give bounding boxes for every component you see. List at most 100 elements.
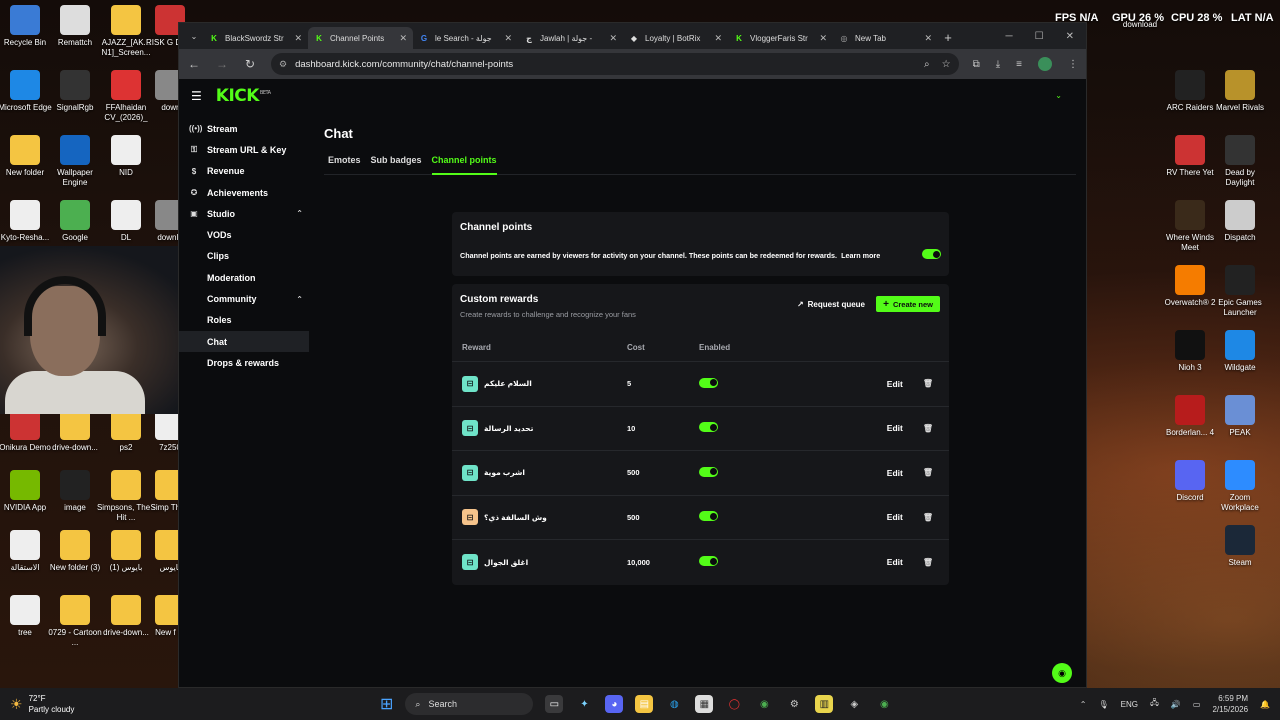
reward-enabled-toggle[interactable] — [699, 511, 718, 522]
learn-more-link[interactable]: Learn more — [841, 251, 880, 260]
reload-icon[interactable]: ↻ — [243, 57, 257, 71]
browser-tab[interactable]: ◎ New Tab ✕ — [833, 27, 938, 49]
sidebar-item-stream[interactable]: ((•)) Stream — [179, 118, 309, 139]
bookmark-star-icon[interactable]: ☆ — [942, 59, 951, 70]
network-icon[interactable]: 🖧 — [1150, 697, 1159, 711]
request-queue-button[interactable]: ↗ Request queue — [797, 300, 865, 309]
back-icon[interactable]: ← — [187, 57, 201, 71]
edit-button[interactable]: Edit — [887, 468, 903, 478]
tab-close-icon[interactable]: ✕ — [924, 33, 932, 44]
battery-icon[interactable]: ▭ — [1193, 700, 1201, 709]
discord-taskbar-icon[interactable]: ◕ — [605, 695, 624, 713]
steam-taskbar-icon[interactable]: ◈ — [845, 695, 863, 713]
copilot-icon[interactable]: ✦ — [575, 695, 593, 713]
sidebar-item-drops-rewards[interactable]: Drops & rewards — [179, 352, 309, 373]
tab-close-icon[interactable]: ✕ — [819, 33, 827, 44]
edit-button[interactable]: Edit — [887, 512, 903, 522]
windows-start-icon[interactable]: ⊞ — [380, 694, 393, 714]
sidebar-item-community[interactable]: Community ⌃ — [179, 288, 309, 309]
maximize-icon[interactable]: ☐ — [1035, 31, 1044, 42]
new-tab-button[interactable]: + — [938, 30, 958, 45]
browser-tab[interactable]: ◆ Loyalty | BotRix ✕ — [623, 27, 728, 49]
clock[interactable]: 6:59 PM 2/15/2026 — [1212, 693, 1248, 715]
taskbar-search[interactable]: ⌕ Search — [405, 693, 534, 715]
edit-button[interactable]: Edit — [887, 379, 903, 389]
trash-icon[interactable]: 🗑 — [923, 468, 933, 477]
browser-tab[interactable]: K BlackSwordz Str ✕ — [203, 27, 308, 49]
edit-button[interactable]: Edit — [887, 423, 903, 433]
tab-sub-badges[interactable]: Sub badges — [371, 155, 428, 174]
desktop-icon[interactable]: Zoom Workplace — [1210, 460, 1270, 513]
hamburger-menu-icon[interactable]: ☰ — [191, 89, 202, 103]
microphone-icon[interactable]: 🎙 — [1098, 700, 1108, 709]
sidebar-item-chat[interactable]: Chat — [179, 330, 309, 353]
weather-widget[interactable]: ☀ 72°F Partly cloudy — [0, 693, 160, 715]
notification-icon[interactable]: ⌄ — [1055, 91, 1062, 100]
desktop-icon[interactable]: Steam — [1210, 525, 1270, 568]
close-icon[interactable]: ✕ — [1066, 31, 1074, 42]
desktop-icon[interactable]: Dispatch — [1210, 200, 1270, 243]
site-info-icon[interactable]: ⚙ — [279, 59, 287, 70]
task-view-icon[interactable]: ▭ — [545, 695, 564, 713]
tab-search-icon[interactable]: ⌄ — [185, 32, 203, 41]
notes-icon[interactable]: ▥ — [815, 695, 834, 713]
tab-close-icon[interactable]: ✕ — [399, 33, 407, 44]
sidebar-item-roles[interactable]: Roles — [179, 310, 309, 331]
trash-icon[interactable]: 🗑 — [923, 379, 933, 388]
chrome-profile-taskbar-icon[interactable]: ◉ — [875, 695, 893, 713]
file-explorer-icon[interactable]: ▤ — [635, 695, 654, 713]
downloads-icon[interactable]: ⤓ — [996, 59, 1000, 70]
desktop-icon[interactable]: Dead by Daylight — [1210, 135, 1270, 188]
settings-icon[interactable]: ⚙ — [785, 695, 803, 713]
language-indicator[interactable]: ENG — [1121, 700, 1138, 709]
browser-tab[interactable]: Gle Search - جولة ✕ — [413, 27, 518, 49]
address-bar[interactable]: ⚙ dashboard.kick.com/community/chat/chan… — [271, 53, 959, 75]
desktop-icon[interactable]: PEAK — [1210, 395, 1270, 438]
store-icon[interactable]: ▦ — [695, 695, 714, 713]
sidebar-item-moderation[interactable]: Moderation — [179, 267, 309, 288]
volume-icon[interactable]: 🔊 — [1171, 700, 1181, 709]
chevron-up-icon[interactable]: ⌃ — [296, 295, 303, 304]
media-control-icon[interactable]: ≡ — [1016, 59, 1022, 70]
browser-tab[interactable]: K Channel Points ✕ — [308, 27, 413, 49]
desktop-icon[interactable]: Epic Games Launcher — [1210, 265, 1270, 318]
browser-tab[interactable]: K VloggerFaris Str ✕ — [728, 27, 833, 49]
tab-channel-points[interactable]: Channel points — [431, 155, 503, 175]
reward-enabled-toggle[interactable] — [699, 556, 718, 567]
sidebar-item-revenue[interactable]: $ Revenue — [179, 161, 309, 182]
notification-bell-icon[interactable]: 🔔 — [1260, 700, 1270, 709]
desktop-icon[interactable]: Wildgate — [1210, 330, 1270, 373]
tab-emotes[interactable]: Emotes — [328, 155, 367, 174]
reward-enabled-toggle[interactable] — [699, 422, 718, 433]
edge-taskbar-icon[interactable]: ◍ — [665, 695, 683, 713]
sidebar-item-studio[interactable]: ▣ Studio ⌃ — [179, 203, 309, 224]
sidebar-item-stream-url-key[interactable]: ⚿ Stream URL & Key — [179, 139, 309, 160]
chevron-up-icon[interactable]: ⌃ — [296, 209, 303, 218]
trash-icon[interactable]: 🗑 — [923, 558, 933, 567]
desktop-icon[interactable]: Marvel Rivals — [1210, 70, 1270, 113]
desktop-icon[interactable]: download — [1110, 20, 1170, 30]
edit-button[interactable]: Edit — [887, 557, 903, 567]
sidebar-item-vods[interactable]: VODs — [179, 224, 309, 245]
reward-enabled-toggle[interactable] — [699, 466, 718, 477]
zoom-icon[interactable]: ⌕ — [924, 59, 930, 70]
sidebar-item-clips[interactable]: Clips — [179, 246, 309, 267]
sidebar-item-achievements[interactable]: ✪ Achievements — [179, 182, 309, 203]
desktop-icon[interactable]: NID — [96, 135, 156, 178]
chevron-up-icon[interactable]: ⌃ — [1080, 700, 1087, 709]
tab-close-icon[interactable]: ✕ — [609, 33, 617, 44]
menu-icon[interactable]: ⋮ — [1068, 59, 1078, 70]
profile-avatar[interactable] — [1038, 57, 1052, 71]
reward-enabled-toggle[interactable] — [699, 377, 718, 388]
minimize-icon[interactable]: ─ — [1006, 31, 1013, 42]
trash-icon[interactable]: 🗑 — [923, 424, 933, 433]
channel-points-toggle[interactable] — [922, 249, 941, 259]
help-chat-icon[interactable]: ◉ — [1052, 663, 1072, 683]
opera-icon[interactable]: ◯ — [725, 695, 743, 713]
tab-close-icon[interactable]: ✕ — [714, 33, 722, 44]
trash-icon[interactable]: 🗑 — [923, 513, 933, 522]
tab-close-icon[interactable]: ✕ — [504, 33, 512, 44]
kick-logo[interactable]: KICKBETA — [216, 86, 271, 106]
create-new-button[interactable]: + Create new — [876, 296, 940, 312]
extensions-icon[interactable]: ⧉ — [973, 59, 980, 70]
